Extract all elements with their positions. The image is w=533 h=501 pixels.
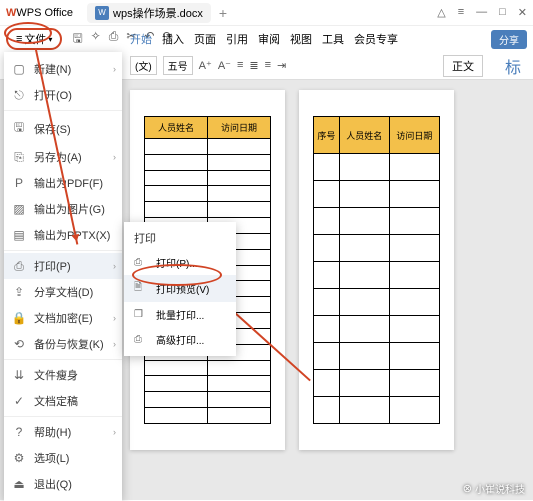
new-file-icon: ▢ [12,62,26,76]
menu-option[interactable]: ⚙选项(L) [4,445,122,471]
menu-page[interactable]: 页面 [194,31,216,47]
open-icon: ⎋ [12,88,26,103]
menu-exit[interactable]: ⏏退出(Q) [4,471,122,497]
hamburger-icon: ≡ [16,33,22,45]
menu-print[interactable]: ⎙打印(P)› [4,253,122,279]
menu-tool[interactable]: 工具 [322,31,344,47]
chevron-right-icon: › [113,152,116,162]
style-normal[interactable]: 正文 [443,55,483,77]
window-controls: △ ≡ — □ ✕ [437,6,527,19]
document-tab[interactable]: W wps操作场景.docx [87,3,211,23]
save-icon: 🖫 [12,118,26,139]
print-icon[interactable]: ⎙ [109,29,119,50]
style-heading[interactable]: 标 [505,54,521,78]
menu-saveas[interactable]: ⎘另存为(A)› [4,144,122,170]
numbered-icon[interactable]: ≣ [249,59,258,72]
table-2[interactable]: 序号人员姓名访问日期 [313,116,440,424]
menu-img[interactable]: ▨输出为图片(G) [4,196,122,222]
stamp-icon: ✓ [12,394,26,408]
chevron-down-icon: ▾ [48,35,52,44]
new-icon[interactable]: ✧ [91,29,101,50]
menu-backup[interactable]: ⟲备份与恢复(K)› [4,331,122,357]
cloud-icon[interactable]: △ [437,6,445,19]
adv-print-icon: ⎙ [134,334,148,345]
slim-icon: ⇊ [12,368,26,382]
menu-open[interactable]: ⎋打开(O) [4,82,122,108]
chevron-right-icon: › [113,313,116,323]
th-name2: 人员姓名 [339,117,389,154]
list-icon[interactable]: ≡ [237,59,243,72]
doc-title: wps操作场景.docx [113,5,203,21]
print-submenu: 打印 ⎙打印(P)... 🗎打印预览(V) ❒批量打印... ⎙高级打印... [124,222,236,356]
menu-new[interactable]: ▢新建(N)› [4,56,122,82]
chevron-right-icon: › [113,339,116,349]
minimize-button[interactable]: — [476,6,487,19]
menu-help[interactable]: ?帮助(H)› [4,419,122,445]
th-name: 人员姓名 [145,117,208,139]
menu-fix[interactable]: ✓文档定稿 [4,388,122,414]
font-bigger-icon[interactable]: A⁺ [199,59,212,72]
image-icon: ▨ [12,202,26,216]
watermark-icon: ⊗ [463,482,472,495]
page-2: 序号人员姓名访问日期 [299,90,454,450]
new-tab-button[interactable]: + [219,5,227,21]
menu-save[interactable]: 🖫保存(S) [4,113,122,144]
watermark: ⊗ 小崔说科技 [463,481,525,496]
pptx-icon: ▤ [12,228,26,242]
menu-member[interactable]: 会员专享 [354,31,398,47]
th-date2: 访问日期 [389,117,439,154]
th-date: 访问日期 [208,117,271,139]
menu-encrypt[interactable]: 🔒文档加密(E)› [4,305,122,331]
font-smaller-icon[interactable]: A⁻ [218,59,231,72]
title-bar: W WPS Office W wps操作场景.docx + △ ≡ — □ ✕ [0,0,533,26]
batch-icon: ❒ [134,309,148,320]
printer-icon: ⎙ [134,257,148,268]
menu-pptx[interactable]: ▤输出为PPTX(X) [4,222,122,248]
chevron-right-icon: › [113,64,116,74]
file-menu-button[interactable]: ≡ 文件 ▾ [6,28,62,50]
exit-icon: ⏏ [12,477,26,491]
gear-icon: ⚙ [12,451,26,465]
menu-share-doc[interactable]: ⇪分享文档(D) [4,279,122,305]
toolbar: ≡ 文件 ▾ 🖫 ✧ ⎙ ✂ ↶ ↷ 开始 插入 页面 引用 审阅 视图 工具 … [0,26,533,52]
app-logo-icon: W [6,7,16,19]
menu-review[interactable]: 审阅 [258,31,280,47]
share-icon: ⇪ [12,285,26,299]
menu-view[interactable]: 视图 [290,31,312,47]
menu-slim[interactable]: ⇊文件瘦身 [4,362,122,388]
app-menu-icon[interactable]: ≡ [458,6,464,19]
app-name: WPS Office [16,7,73,19]
lock-icon: 🔒 [12,311,26,325]
th-seq: 序号 [314,117,340,154]
submenu-print[interactable]: ⎙打印(P)... [124,250,236,275]
preview-icon: 🗎 [134,280,148,297]
align-icon[interactable]: ≡ [265,59,271,72]
submenu-title: 打印 [124,226,236,250]
saveas-icon: ⎘ [12,150,26,165]
submenu-preview[interactable]: 🗎打印预览(V) [124,275,236,302]
chevron-right-icon: › [113,261,116,271]
doc-icon: W [95,6,109,20]
menu-start[interactable]: 开始 [130,31,152,47]
file-dropdown-menu: ▢新建(N)› ⎋打开(O) 🖫保存(S) ⎘另存为(A)› P输出为PDF(F… [4,52,122,501]
pdf-icon: P [12,176,26,190]
close-button[interactable]: ✕ [518,6,527,19]
menu-pdf[interactable]: P输出为PDF(F) [4,170,122,196]
printer-icon: ⎙ [12,259,26,274]
size-select[interactable]: 五号 [163,56,193,75]
submenu-batch[interactable]: ❒批量打印... [124,302,236,327]
menu-insert[interactable]: 插入 [162,31,184,47]
chevron-right-icon: › [113,427,116,437]
share-button[interactable]: 分享 [491,30,527,49]
indent-icon[interactable]: ⇥ [277,59,286,72]
ribbon-icons: A⁺ A⁻ ≡ ≣ ≡ ⇥ [199,59,403,72]
backup-icon: ⟲ [12,337,26,351]
submenu-advanced[interactable]: ⎙高级打印... [124,327,236,352]
save-icon[interactable]: 🖫 [72,29,82,50]
menu-ref[interactable]: 引用 [226,31,248,47]
font-select[interactable]: (文) [130,56,157,75]
maximize-button[interactable]: □ [499,6,506,19]
menu-bar: 开始 插入 页面 引用 审阅 视图 工具 会员专享 [130,31,398,47]
help-icon: ? [12,425,26,439]
